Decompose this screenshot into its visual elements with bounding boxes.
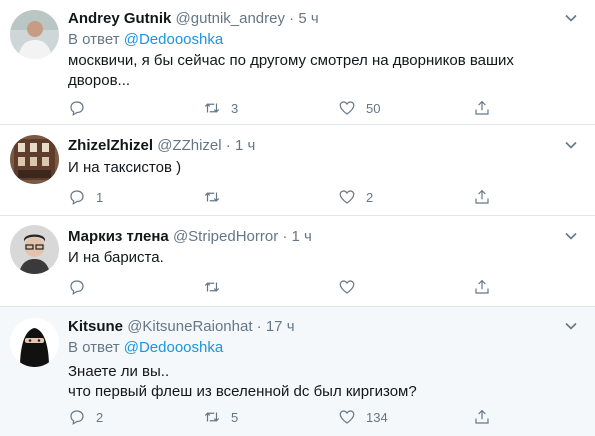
share-icon bbox=[475, 189, 489, 204]
retweet-count: 3 bbox=[231, 100, 239, 116]
retweet-button[interactable] bbox=[203, 187, 231, 207]
tweet-actions: 3 50 bbox=[68, 98, 508, 118]
timestamp[interactable]: 17 ч bbox=[266, 318, 295, 335]
tweet-text: москвичи, я бы сейчас по другому смотрел… bbox=[68, 51, 538, 91]
tweet-header: Kitsune @KitsuneRaionhat · 17 ч bbox=[68, 318, 295, 335]
tweet-1[interactable]: Andrey Gutnik @gutnik_andrey · 5 ч В отв… bbox=[0, 0, 595, 125]
reply-prefix: В ответ bbox=[68, 339, 120, 356]
tweet-4[interactable]: Kitsune @KitsuneRaionhat · 17 ч В ответ … bbox=[0, 307, 595, 436]
display-name[interactable]: Маркиз тлена bbox=[68, 228, 169, 245]
retweet-button[interactable]: 5 bbox=[203, 407, 238, 427]
tweet-text: Знаете ли вы.. что первый флеш из вселен… bbox=[68, 362, 538, 402]
chevron-down-icon[interactable] bbox=[565, 139, 577, 151]
tweet-text-line: москвичи, я бы сейчас по другому смотрел… bbox=[68, 52, 514, 69]
retweet-icon bbox=[204, 103, 220, 113]
avatar[interactable] bbox=[10, 225, 59, 274]
tweet-text-line: И на бариста. bbox=[68, 249, 164, 266]
like-button[interactable] bbox=[338, 277, 366, 297]
retweet-icon bbox=[204, 282, 220, 292]
share-button[interactable] bbox=[473, 277, 491, 297]
tweet-text: И на таксистов ) bbox=[68, 158, 538, 178]
share-button[interactable] bbox=[473, 187, 491, 207]
reply-count: 2 bbox=[96, 409, 104, 425]
user-handle[interactable]: @ZZhizel bbox=[157, 137, 221, 154]
display-name[interactable]: Kitsune bbox=[68, 318, 123, 335]
reply-mention-link[interactable]: @Dedoooshka bbox=[124, 339, 223, 356]
separator-dot: · bbox=[282, 228, 288, 245]
heart-icon bbox=[339, 280, 355, 294]
user-handle[interactable]: @KitsuneRaionhat bbox=[127, 318, 252, 335]
chevron-down-icon[interactable] bbox=[565, 320, 577, 332]
user-handle[interactable]: @StripedHorror bbox=[173, 228, 278, 245]
timestamp[interactable]: 5 ч bbox=[298, 10, 318, 27]
timestamp[interactable]: 1 ч bbox=[235, 137, 255, 154]
reply-context: В ответ @Dedoooshka bbox=[68, 31, 223, 48]
display-name[interactable]: ZhizelZhizel bbox=[68, 137, 153, 154]
tweet-header: ZhizelZhizel @ZZhizel · 1 ч bbox=[68, 137, 255, 154]
retweet-icon bbox=[204, 192, 220, 202]
tweet-text-line: И на таксистов ) bbox=[68, 159, 182, 176]
user-handle[interactable]: @gutnik_andrey bbox=[176, 10, 285, 27]
avatar[interactable] bbox=[10, 135, 59, 184]
reply-count: 1 bbox=[96, 189, 104, 205]
tweet-header: Andrey Gutnik @gutnik_andrey · 5 ч bbox=[68, 10, 319, 27]
tweet-actions: 2 5 134 bbox=[68, 407, 508, 427]
reply-button[interactable] bbox=[68, 98, 96, 118]
share-button[interactable] bbox=[473, 407, 491, 427]
reply-button[interactable] bbox=[68, 277, 96, 297]
reply-icon bbox=[70, 190, 84, 205]
retweet-button[interactable]: 3 bbox=[203, 98, 238, 118]
avatar[interactable] bbox=[10, 318, 59, 367]
separator-dot: · bbox=[289, 10, 295, 27]
tweet-actions: 1 2 bbox=[68, 187, 508, 207]
reply-context: В ответ @Dedoooshka bbox=[68, 339, 223, 356]
retweet-icon bbox=[204, 412, 220, 422]
like-button[interactable]: 2 bbox=[338, 187, 373, 207]
reply-prefix: В ответ bbox=[68, 31, 120, 48]
chevron-down-icon[interactable] bbox=[565, 12, 577, 24]
tweet-2[interactable]: ZhizelZhizel @ZZhizel · 1 ч И на таксист… bbox=[0, 125, 595, 216]
timestamp[interactable]: 1 ч bbox=[292, 228, 312, 245]
heart-icon bbox=[339, 101, 355, 115]
reply-button[interactable]: 1 bbox=[68, 187, 103, 207]
tweet-text-line: что первый флеш из вселенной dc был кирг… bbox=[68, 383, 417, 400]
display-name[interactable]: Andrey Gutnik bbox=[68, 10, 171, 27]
share-icon bbox=[475, 279, 489, 294]
tweet-text-line: дворов... bbox=[68, 72, 131, 89]
tweet-3[interactable]: Маркиз тлена @StripedHorror · 1 ч И на б… bbox=[0, 216, 595, 307]
reply-icon bbox=[70, 101, 84, 116]
reply-icon bbox=[70, 280, 84, 295]
share-button[interactable] bbox=[473, 98, 491, 118]
tweet-text-line: Знаете ли вы.. bbox=[68, 363, 170, 380]
separator-dot: · bbox=[256, 318, 262, 335]
retweet-count: 5 bbox=[231, 409, 239, 425]
reply-icon bbox=[70, 410, 84, 425]
heart-icon bbox=[339, 190, 355, 204]
tweet-header: Маркиз тлена @StripedHorror · 1 ч bbox=[68, 228, 312, 245]
reply-mention-link[interactable]: @Dedoooshka bbox=[124, 31, 223, 48]
share-icon bbox=[475, 409, 489, 424]
heart-icon bbox=[339, 410, 355, 424]
reply-button[interactable]: 2 bbox=[68, 407, 103, 427]
like-count: 134 bbox=[366, 409, 388, 425]
like-count: 2 bbox=[366, 189, 374, 205]
like-count: 50 bbox=[366, 100, 381, 116]
separator-dot: · bbox=[225, 137, 231, 154]
like-button[interactable]: 50 bbox=[338, 98, 380, 118]
tweet-text: И на бариста. bbox=[68, 248, 538, 268]
share-icon bbox=[475, 100, 489, 115]
like-button[interactable]: 134 bbox=[338, 407, 388, 427]
avatar[interactable] bbox=[10, 10, 59, 59]
retweet-button[interactable] bbox=[203, 277, 231, 297]
chevron-down-icon[interactable] bbox=[565, 230, 577, 242]
tweet-actions bbox=[68, 277, 508, 297]
